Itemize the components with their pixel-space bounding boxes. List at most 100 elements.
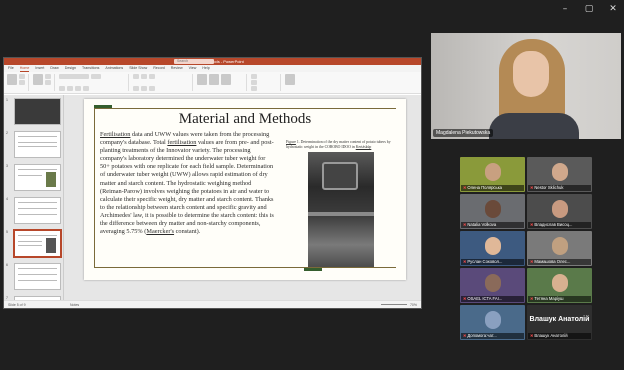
body-text-part: constant). [174, 228, 201, 236]
replace-icon[interactable] [251, 80, 257, 85]
layout-icon[interactable] [45, 74, 51, 79]
slide-body-text[interactable]: Fertilisation data and UWW values were t… [100, 131, 276, 236]
ribbon-tab[interactable]: Transitions [82, 65, 99, 72]
participant-name: Влашук Анатолій [534, 333, 568, 338]
ribbon-group-drawing [197, 74, 247, 91]
font-size-select[interactable] [91, 74, 101, 79]
slide-title[interactable]: Material and Methods [84, 111, 406, 128]
ribbon-group-clipboard [7, 74, 29, 91]
current-slide[interactable]: Material and Methods Fertilisation data … [84, 99, 406, 280]
link-fertilisation-2: fertilisation [167, 139, 197, 147]
bullets-icon[interactable] [133, 74, 139, 79]
participant-name-tag: ✖ Владислав Висоц... [528, 222, 591, 228]
close-icon[interactable]: ✕ [608, 4, 618, 14]
slide-left-rule [94, 108, 95, 267]
arrange-icon[interactable] [209, 74, 219, 85]
ribbon-tab[interactable]: File [8, 65, 14, 72]
bold-icon[interactable] [59, 86, 65, 91]
align-left-icon[interactable] [133, 86, 139, 91]
ribbon-tab[interactable]: Draw [50, 65, 58, 72]
participant-tile[interactable]: ✖ Мамашова Олес... [527, 231, 592, 266]
font-color-icon[interactable] [83, 86, 89, 91]
slide-thumbnail[interactable]: 6 [6, 263, 61, 290]
ribbon-tab[interactable]: Record [153, 65, 165, 72]
ribbon-group-voice [285, 74, 305, 91]
mic-muted-icon: ✖ [463, 333, 467, 338]
slide-thumbnail[interactable]: 5 [6, 229, 63, 258]
participant-name: Natalia Volkova [467, 222, 497, 227]
ribbon-tab[interactable]: Review [171, 65, 183, 72]
reset-icon[interactable] [45, 80, 51, 85]
photo-glass-container [322, 162, 358, 190]
figure-caption[interactable]: Figure 1. Determination of the dry matte… [286, 140, 398, 149]
find-icon[interactable] [251, 74, 257, 79]
maximize-icon[interactable]: ▢ [584, 4, 594, 14]
slide-thumbnail[interactable]: 4 [6, 197, 61, 224]
ribbon-tab[interactable]: Insert [35, 65, 44, 72]
mic-muted-icon: ✖ [530, 222, 534, 227]
mic-muted-icon: ✖ [530, 296, 534, 301]
participant-avatar [551, 237, 568, 255]
slide-thumbnail[interactable]: 3 [6, 164, 61, 191]
ribbon-tab[interactable]: Slide Show [129, 65, 147, 72]
participant-tile[interactable]: ✖ Nestor Sklichuk [527, 157, 592, 192]
notes-button[interactable]: Notes [70, 301, 79, 308]
participant-tile[interactable]: ✖ Допомога:чат... [460, 305, 525, 340]
minimize-icon[interactable]: – [560, 4, 570, 14]
participant-avatar [484, 200, 501, 218]
ribbon-tab[interactable]: View [189, 65, 197, 72]
quick-styles-icon[interactable] [221, 74, 231, 85]
copy-icon[interactable] [19, 80, 25, 85]
ppt-titlebar: Material and Methods - PowerPoint Search [4, 58, 421, 65]
link-fertilisation: Fertilisation [100, 131, 131, 138]
participant-tile[interactable]: ✖ Олена Полярська [460, 157, 525, 192]
participant-tile[interactable]: ✖ Руслан Соковол... [460, 231, 525, 266]
zoom-level[interactable]: 70% [410, 301, 417, 309]
participant-tile[interactable]: ✖ Natalia Volkova [460, 194, 525, 229]
mic-muted-icon: ✖ [463, 185, 467, 190]
participant-name-tag: ✖ Natalia Volkova [461, 222, 524, 228]
participant-name: Допомога:чат... [467, 333, 497, 338]
zoom-slider[interactable] [380, 304, 407, 305]
align-right-icon[interactable] [149, 86, 155, 91]
participant-avatar [484, 311, 501, 329]
ribbon-tab[interactable]: Animations [105, 65, 123, 72]
numbering-icon[interactable] [141, 74, 147, 79]
ribbon-group-editing [251, 74, 281, 91]
participant-tile[interactable]: ✖ Тетяна Маріуш [527, 268, 592, 303]
font-name-select[interactable] [59, 74, 89, 79]
slide-editor[interactable]: Material and Methods Fertilisation data … [64, 95, 421, 300]
dictate-icon[interactable] [285, 74, 295, 85]
slide-thumbnail[interactable]: 2 [6, 131, 61, 158]
participant-name: OSAEL ICTA FAI... [467, 296, 503, 301]
participant-name: Олена Полярська [467, 185, 502, 190]
ribbon-tab[interactable]: Design [65, 65, 76, 72]
main-participant-video[interactable]: Magdalena Piekutowska [431, 33, 621, 139]
ribbon-tabs: File Home Insert Draw Design Transitions Anima… [4, 65, 421, 72]
link-maercker: Maercker's [146, 228, 175, 236]
mic-muted-icon: ✖ [530, 185, 534, 190]
slide-bottom-accent [304, 268, 322, 271]
figure-photo[interactable] [308, 152, 374, 268]
ribbon-tab[interactable]: Help [202, 65, 209, 72]
shapes-icon[interactable] [197, 74, 207, 85]
slide-thumbnail[interactable]: 1 [6, 98, 61, 125]
indent-icon[interactable] [149, 74, 155, 79]
slide-thumbnails: 1 2 3 4 5 6 7 [4, 95, 64, 300]
select-icon[interactable] [251, 86, 257, 91]
participant-tile[interactable]: ✖ OSAEL ICTA FAI... [460, 268, 525, 303]
ribbon-tab[interactable]: Home [19, 65, 30, 72]
mic-muted-icon: ✖ [463, 259, 467, 264]
participant-name-tag: ✖ Nestor Sklichuk [528, 185, 591, 191]
cut-icon[interactable] [19, 74, 25, 79]
italic-icon[interactable] [67, 86, 73, 91]
paste-icon[interactable] [7, 74, 17, 85]
new-slide-icon[interactable] [33, 74, 43, 85]
underline-icon[interactable] [75, 86, 81, 91]
ppt-search-box[interactable]: Search [174, 59, 214, 64]
participant-tile[interactable]: Влашук Анатолій ✖ Влашук Анатолій [527, 305, 592, 340]
align-center-icon[interactable] [141, 86, 147, 91]
participant-name-tag: ✖ Допомога:чат... [461, 333, 524, 339]
participant-tile[interactable]: ✖ Владислав Висоц... [527, 194, 592, 229]
participant-body [489, 113, 579, 139]
